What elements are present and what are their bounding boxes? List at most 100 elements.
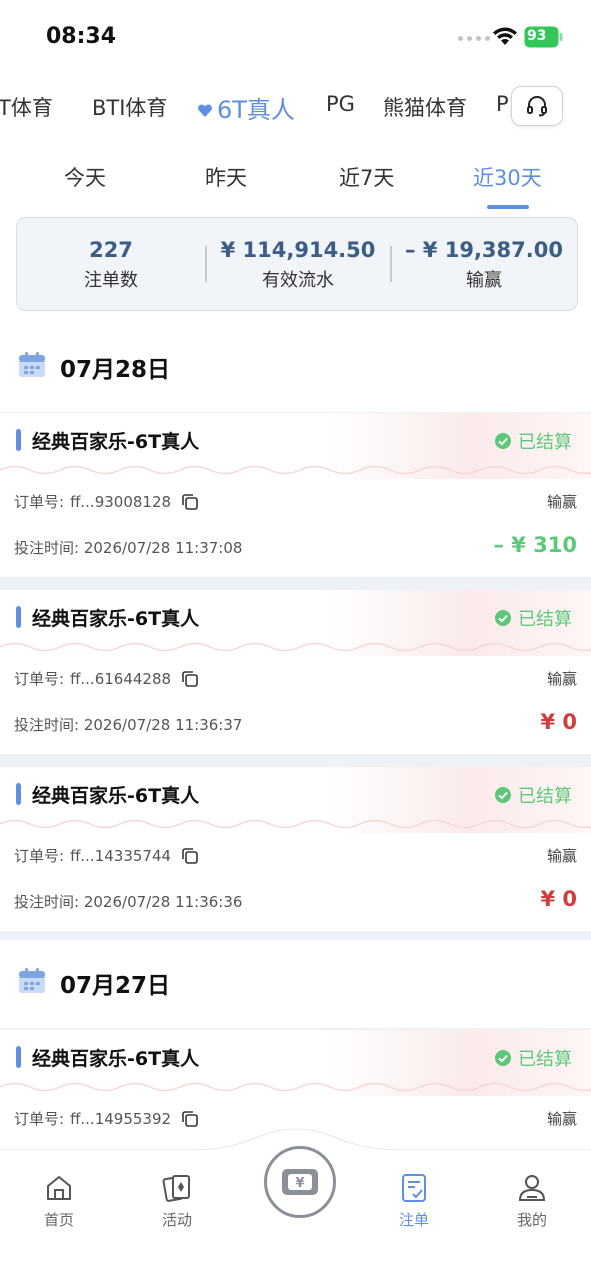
tab-bti-sports[interactable]: BTI体育: [92, 92, 167, 122]
summary-turnover: ¥ 114,914.50 有效流水: [205, 218, 391, 310]
nav-profile-label: 我的: [516, 1211, 547, 1229]
count-label: 注单数: [84, 270, 138, 291]
order-number-label: 订单号:: [14, 847, 65, 865]
provider-tabs: T体育 BTI体育 6T真人 PG 熊猫体育 P: [0, 72, 591, 138]
wallet-yen-icon: ¥: [282, 1169, 318, 1195]
order-card[interactable]: 经典百家乐-6T真人 已结算 订单号: ff...93008128 输赢 投注时…: [0, 413, 591, 577]
copy-icon[interactable]: [181, 493, 199, 511]
accent-bar: [16, 606, 21, 628]
battery-level: 93: [527, 28, 547, 44]
check-circle-icon: [495, 433, 511, 449]
active-tab-indicator: [487, 205, 529, 209]
winloss-label: 输赢: [466, 270, 502, 291]
nav-bets[interactable]: 注单: [374, 1170, 454, 1230]
status-text: 已结算: [518, 1049, 572, 1070]
check-circle-icon: [495, 787, 511, 803]
summary-winloss: – ¥ 19,387.00 输赢: [391, 218, 577, 310]
winloss-label: 输赢: [546, 493, 577, 511]
bet-time-label: 投注时间:: [14, 539, 80, 557]
tab-panda-sports[interactable]: 熊猫体育: [383, 92, 467, 122]
nav-home[interactable]: 首页: [19, 1170, 99, 1230]
winloss-label: 输赢: [546, 670, 577, 688]
tab-6t-live-label: 6T真人: [217, 96, 295, 124]
bet-time-row: 投注时间: 2026/07/28 11:37:08: [14, 537, 242, 558]
wave-divider: [0, 819, 591, 829]
order-number-label: 订单号:: [14, 670, 65, 688]
nav-activity-label: 活动: [161, 1211, 192, 1229]
bet-time-row: 投注时间: 2026/07/28 11:36:37: [14, 714, 242, 735]
tab-p[interactable]: P: [496, 92, 509, 116]
status-badge: 已结算: [494, 428, 572, 454]
day-date: 07月28日: [60, 357, 171, 383]
range-today[interactable]: 今天: [64, 162, 106, 192]
range-yesterday[interactable]: 昨天: [205, 162, 247, 192]
copy-icon[interactable]: [181, 847, 199, 865]
bet-time: 2026/07/28 11:36:37: [83, 716, 243, 734]
order-number-row: 订单号: ff...14335744: [14, 845, 199, 866]
calendar-icon: [19, 968, 45, 993]
winloss-amount: – ¥ 310: [493, 533, 577, 557]
status-text: 已结算: [518, 609, 572, 630]
turnover-label: 有效流水: [262, 270, 334, 291]
nav-activity[interactable]: 活动: [137, 1170, 217, 1230]
order-number: ff...61644288: [70, 669, 172, 688]
status-badge: 已结算: [494, 1045, 572, 1071]
order-card[interactable]: 经典百家乐-6T真人 已结算 订单号: ff...14335744 输赢 投注时…: [0, 767, 591, 931]
game-title: 经典百家乐-6T真人: [32, 431, 200, 453]
winloss-value: – ¥ 19,387.00: [405, 238, 563, 262]
order-number: ff...14955392: [70, 1109, 172, 1128]
order-number: ff...14335744: [70, 846, 172, 865]
order-number-label: 订单号:: [14, 493, 65, 511]
status-text: 已结算: [518, 432, 572, 453]
battery-icon: 93: [524, 26, 563, 48]
yen-symbol: ¥: [295, 1176, 304, 1191]
profile-icon: [518, 1175, 546, 1201]
status-text: 已结算: [518, 786, 572, 807]
bet-time-label: 投注时间:: [14, 893, 80, 911]
customer-support-button[interactable]: [511, 86, 563, 126]
bet-time: 2026/07/28 11:37:08: [83, 539, 243, 557]
order-number-row: 订单号: ff...93008128: [14, 491, 199, 512]
bet-time: 2026/07/28 11:36:36: [83, 893, 243, 911]
cards-icon: [162, 1175, 190, 1202]
tab-t-sports[interactable]: T体育: [0, 92, 53, 122]
copy-icon[interactable]: [181, 670, 199, 688]
status-badge: 已结算: [494, 782, 572, 808]
range-30-days[interactable]: 近30天: [473, 162, 542, 192]
game-title: 经典百家乐-6T真人: [32, 1048, 200, 1070]
wifi-icon: [493, 27, 517, 45]
summary-count: 227 注单数: [17, 218, 205, 310]
game-title: 经典百家乐-6T真人: [32, 608, 200, 630]
day-header: 07月28日: [0, 324, 591, 412]
clock: 08:34: [46, 24, 117, 49]
tab-6t-live[interactable]: 6T真人: [197, 90, 295, 125]
bet-time-label: 投注时间:: [14, 716, 80, 734]
turnover-value: ¥ 114,914.50: [220, 238, 376, 262]
count-value: 227: [89, 238, 133, 262]
copy-icon[interactable]: [181, 1110, 199, 1128]
home-icon: [47, 1176, 71, 1200]
day-date: 07月27日: [60, 973, 171, 999]
nav-bets-label: 注单: [398, 1211, 429, 1229]
winloss-amount: ¥ 0: [540, 710, 577, 734]
game-title: 经典百家乐-6T真人: [32, 785, 200, 807]
winloss-amount: ¥ 0: [540, 887, 577, 911]
wave-divider: [0, 642, 591, 652]
accent-bar: [16, 783, 21, 805]
bet-time-row: 投注时间: 2026/07/28 11:36:36: [14, 891, 242, 912]
accent-bar: [16, 429, 21, 451]
tab-pg[interactable]: PG: [326, 92, 355, 116]
calendar-icon: [19, 352, 45, 377]
bet-slip-icon: [402, 1174, 426, 1202]
order-card[interactable]: 经典百家乐-6T真人 已结算 订单号: ff...61644288 输赢 投注时…: [0, 590, 591, 754]
status-badge: 已结算: [494, 605, 572, 631]
check-circle-icon: [495, 1050, 511, 1066]
nav-profile[interactable]: 我的: [492, 1170, 572, 1230]
order-number: ff...93008128: [70, 492, 172, 511]
date-range-tabs: 今天 昨天 近7天 近30天: [0, 138, 591, 216]
headset-icon: [527, 96, 547, 117]
range-7-days[interactable]: 近7天: [339, 162, 394, 192]
status-bar: 08:34 93: [0, 0, 591, 72]
wallet-button[interactable]: ¥: [264, 1146, 336, 1218]
order-number-row: 订单号: ff...61644288: [14, 668, 199, 689]
